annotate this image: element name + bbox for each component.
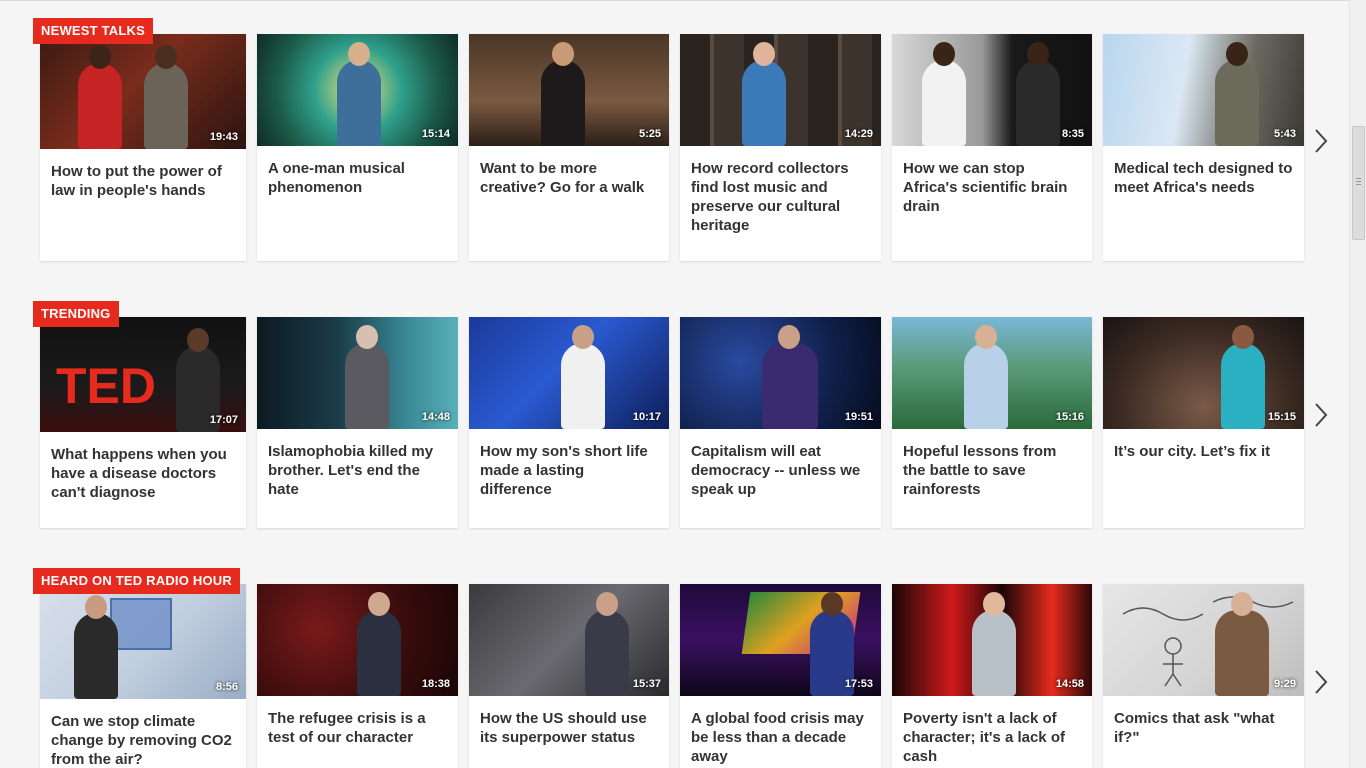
talk-thumbnail[interactable]: 5:25 bbox=[469, 34, 669, 146]
talk-duration: 17:53 bbox=[844, 678, 873, 690]
talk-duration: 19:51 bbox=[844, 411, 873, 423]
talk-card[interactable]: 14:58 Poverty isn't a lack of character;… bbox=[892, 584, 1092, 768]
talk-duration: 19:43 bbox=[209, 131, 238, 143]
talk-card[interactable]: 19:51 Capitalism will eat democracy -- u… bbox=[680, 317, 881, 528]
talk-card[interactable]: 15:37 How the US should use its superpow… bbox=[469, 584, 669, 768]
talk-duration: 15:14 bbox=[421, 128, 450, 140]
talk-thumbnail[interactable]: 14:48 bbox=[257, 317, 458, 429]
scrollbar-thumb[interactable] bbox=[1352, 126, 1365, 240]
grip-line bbox=[1356, 181, 1361, 182]
talk-card[interactable]: 15:14 A one-man musical phenomenon bbox=[257, 34, 458, 261]
talk-thumbnail[interactable]: 5:43 bbox=[1103, 34, 1304, 146]
talk-duration: 17:07 bbox=[209, 414, 238, 426]
talk-thumbnail[interactable]: 15:14 bbox=[257, 34, 458, 146]
talk-title[interactable]: A one-man musical phenomenon bbox=[268, 159, 448, 197]
talk-thumbnail[interactable]: 18:38 bbox=[257, 584, 458, 696]
talk-card[interactable]: 14:29 How record collectors find lost mu… bbox=[680, 34, 881, 261]
talk-card[interactable]: 10:17 How my son's short life made a las… bbox=[469, 317, 669, 528]
talk-duration: 8:35 bbox=[1061, 128, 1084, 140]
talk-duration: 14:48 bbox=[421, 411, 450, 423]
talk-card[interactable]: 8:56 Can we stop climate change by remov… bbox=[40, 584, 246, 768]
talk-title[interactable]: How to put the power of law in people's … bbox=[51, 162, 236, 200]
talk-title[interactable]: How my son's short life made a lasting d… bbox=[480, 442, 659, 499]
talk-title[interactable]: How the US should use its superpower sta… bbox=[480, 709, 659, 747]
talk-title[interactable]: The refugee crisis is a test of our char… bbox=[268, 709, 448, 747]
talk-title[interactable]: Poverty isn't a lack of character; it's … bbox=[903, 709, 1082, 766]
talk-card[interactable]: 15:15 It’s our city. Let’s fix it bbox=[1103, 317, 1304, 528]
talk-title[interactable]: Comics that ask "what if?" bbox=[1114, 709, 1294, 747]
talk-duration: 14:29 bbox=[844, 128, 873, 140]
talk-duration: 18:38 bbox=[421, 678, 450, 690]
talk-thumbnail[interactable]: 15:15 bbox=[1103, 317, 1304, 429]
talk-duration: 14:58 bbox=[1055, 678, 1084, 690]
talk-duration: 5:25 bbox=[638, 128, 661, 140]
talk-duration: 5:43 bbox=[1273, 128, 1296, 140]
talk-thumbnail[interactable]: 15:16 bbox=[892, 317, 1092, 429]
grip-line bbox=[1356, 178, 1361, 179]
talk-thumbnail[interactable]: 9:29 bbox=[1103, 584, 1304, 696]
talk-thumbnail[interactable]: 14:29 bbox=[680, 34, 881, 146]
talk-title[interactable]: Islamophobia killed my brother. Let's en… bbox=[268, 442, 448, 499]
talk-card[interactable]: 19:43 How to put the power of law in peo… bbox=[40, 34, 246, 261]
talk-thumbnail[interactable]: 8:56 bbox=[40, 584, 246, 699]
talk-thumbnail[interactable]: TED 17:07 bbox=[40, 317, 246, 432]
talk-card[interactable]: 17:53 A global food crisis may be less t… bbox=[680, 584, 881, 768]
talk-title[interactable]: Hopeful lessons from the battle to save … bbox=[903, 442, 1082, 499]
talk-title[interactable]: What happens when you have a disease doc… bbox=[51, 445, 236, 502]
talk-thumbnail[interactable]: 8:35 bbox=[892, 34, 1092, 146]
vertical-scrollbar[interactable] bbox=[1349, 0, 1366, 768]
chevron-right-icon[interactable] bbox=[1313, 402, 1329, 428]
talk-thumbnail[interactable]: 14:58 bbox=[892, 584, 1092, 696]
talk-card[interactable]: 9:29 Comics that ask "what if?" bbox=[1103, 584, 1304, 768]
talk-title[interactable]: Capitalism will eat democracy -- unless … bbox=[691, 442, 871, 499]
talk-duration: 10:17 bbox=[632, 411, 661, 423]
talk-thumbnail[interactable]: 15:37 bbox=[469, 584, 669, 696]
chevron-right-icon[interactable] bbox=[1313, 128, 1329, 154]
talk-title[interactable]: How we can stop Africa's scientific brai… bbox=[903, 159, 1082, 216]
talk-thumbnail[interactable]: 19:51 bbox=[680, 317, 881, 429]
talk-duration: 15:16 bbox=[1055, 411, 1084, 423]
talk-duration: 9:29 bbox=[1273, 678, 1296, 690]
talk-title[interactable]: A global food crisis may be less than a … bbox=[691, 709, 871, 766]
talk-card[interactable]: 18:38 The refugee crisis is a test of ou… bbox=[257, 584, 458, 768]
talk-card[interactable]: 5:25 Want to be more creative? Go for a … bbox=[469, 34, 669, 261]
section-label[interactable]: NEWEST TALKS bbox=[33, 18, 153, 44]
talk-card[interactable]: TED 17:07 What happens when you have a d… bbox=[40, 317, 246, 528]
talk-thumbnail[interactable]: 17:53 bbox=[680, 584, 881, 696]
talk-title[interactable]: Can we stop climate change by removing C… bbox=[51, 712, 236, 768]
talk-title[interactable]: Want to be more creative? Go for a walk bbox=[480, 159, 659, 197]
talk-card[interactable]: 14:48 Islamophobia killed my brother. Le… bbox=[257, 317, 458, 528]
talk-card[interactable]: 8:35 How we can stop Africa's scientific… bbox=[892, 34, 1092, 261]
section-label[interactable]: TRENDING bbox=[33, 301, 119, 327]
talk-thumbnail[interactable]: 19:43 bbox=[40, 34, 246, 149]
talk-title[interactable]: How record collectors find lost music an… bbox=[691, 159, 871, 235]
talk-title[interactable]: It’s our city. Let’s fix it bbox=[1114, 442, 1294, 461]
grip-line bbox=[1356, 184, 1361, 185]
talk-duration: 15:15 bbox=[1267, 411, 1296, 423]
talk-thumbnail[interactable]: 10:17 bbox=[469, 317, 669, 429]
talk-card[interactable]: 5:43 Medical tech designed to meet Afric… bbox=[1103, 34, 1304, 261]
section-label[interactable]: HEARD ON TED RADIO HOUR bbox=[33, 568, 240, 594]
talk-duration: 8:56 bbox=[215, 681, 238, 693]
chevron-right-icon[interactable] bbox=[1313, 669, 1329, 695]
talks-page: NEWEST TALKS 19:43 How to put the power … bbox=[0, 0, 1349, 768]
talk-duration: 15:37 bbox=[632, 678, 661, 690]
talk-title[interactable]: Medical tech designed to meet Africa's n… bbox=[1114, 159, 1294, 197]
talk-card[interactable]: 15:16 Hopeful lessons from the battle to… bbox=[892, 317, 1092, 528]
